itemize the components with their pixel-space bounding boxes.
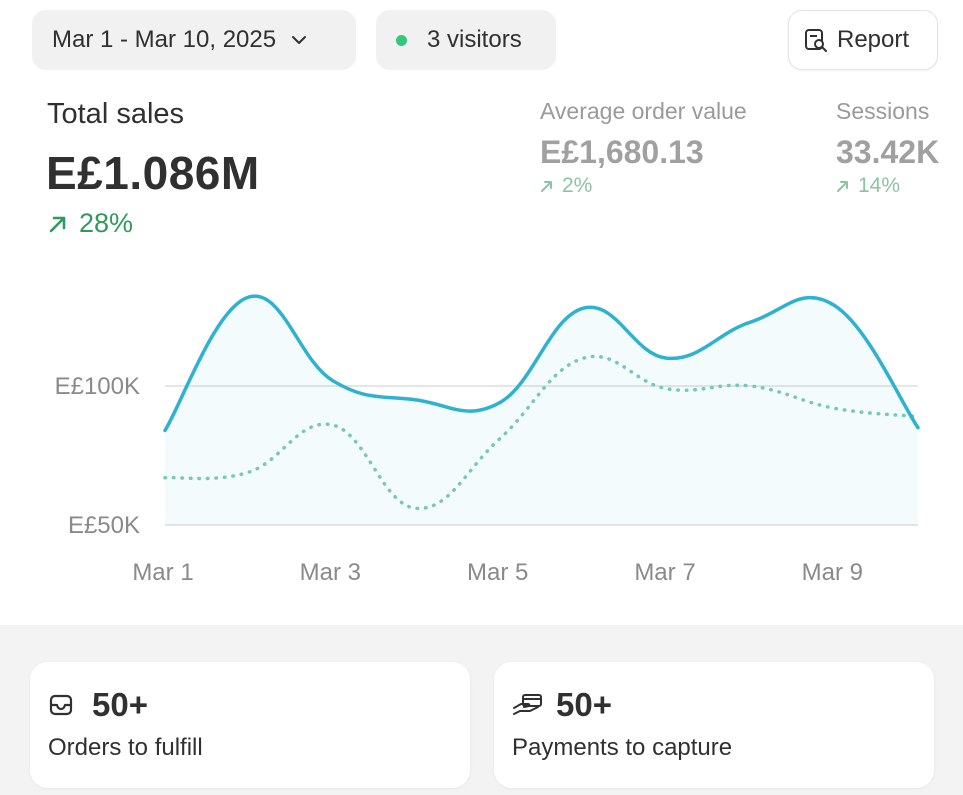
sales-line-chart[interactable]: E£100K E£50K Mar 1 Mar 3 Mar 5 Mar 7 Mar 9 (0, 240, 963, 600)
aov-change-value: 2% (562, 174, 593, 197)
primary-data-point (578, 303, 588, 313)
x-tick-label: Mar 3 (300, 559, 361, 586)
report-label: Report (837, 26, 910, 53)
primary-data-point (327, 375, 337, 385)
primary-data-point (495, 398, 505, 408)
sessions-label[interactable]: Sessions (836, 98, 929, 125)
payments-label: Payments to capture (512, 734, 733, 761)
live-visitors-badge[interactable]: 3 visitors (376, 10, 556, 70)
date-range-label: Mar 1 - Mar 10, 2025 (52, 26, 277, 53)
inbox-icon (49, 694, 73, 716)
aov-value: E£1,680.13 (540, 134, 704, 170)
sessions-value: 33.42K (836, 134, 940, 170)
total-sales-value: E£1.086M (46, 147, 260, 199)
payments-count: 50+ (556, 686, 612, 723)
total-sales-label[interactable]: Total sales (47, 98, 184, 131)
primary-data-point (913, 423, 923, 433)
trend-up-icon (837, 181, 848, 192)
total-sales-change-value: 28% (79, 208, 134, 238)
x-tick-label: Mar 1 (132, 559, 193, 586)
primary-series-area (165, 296, 918, 525)
orders-count: 50+ (92, 686, 148, 723)
report-button[interactable]: Report (788, 10, 938, 70)
orders-to-fulfill-card[interactable]: 50+ Orders to fulfill (30, 662, 470, 788)
primary-data-point (244, 292, 254, 302)
payments-to-capture-card[interactable]: 50+ Payments to capture (494, 662, 934, 788)
orders-label: Orders to fulfill (48, 734, 203, 761)
visitors-count: 3 visitors (427, 26, 522, 53)
aov-change: 2% (540, 174, 592, 198)
primary-data-point (662, 353, 672, 363)
sessions-change-value: 14% (858, 174, 901, 197)
x-tick-label: Mar 9 (802, 559, 863, 586)
x-tick-label: Mar 7 (634, 559, 695, 586)
primary-data-point (411, 395, 421, 405)
primary-data-point (160, 425, 170, 435)
analytics-panel: Mar 1 - Mar 10, 2025 3 visitors Report T… (0, 0, 963, 625)
chevron-down-icon (292, 36, 307, 44)
report-icon (805, 29, 827, 52)
date-range-picker[interactable]: Mar 1 - Mar 10, 2025 (32, 10, 356, 70)
primary-data-point (746, 317, 756, 327)
sessions-change: 14% (836, 174, 900, 198)
trend-up-icon (541, 181, 552, 192)
total-sales-change: 28% (47, 208, 133, 239)
y-tick-label: E£100K (55, 373, 140, 400)
aov-label[interactable]: Average order value (540, 98, 747, 125)
live-dot-icon (396, 34, 407, 46)
x-tick-label: Mar 5 (467, 559, 528, 586)
y-tick-label: E£50K (68, 512, 140, 539)
trend-up-icon (49, 216, 66, 232)
hand-card-icon (513, 694, 542, 715)
primary-data-point (829, 300, 839, 310)
